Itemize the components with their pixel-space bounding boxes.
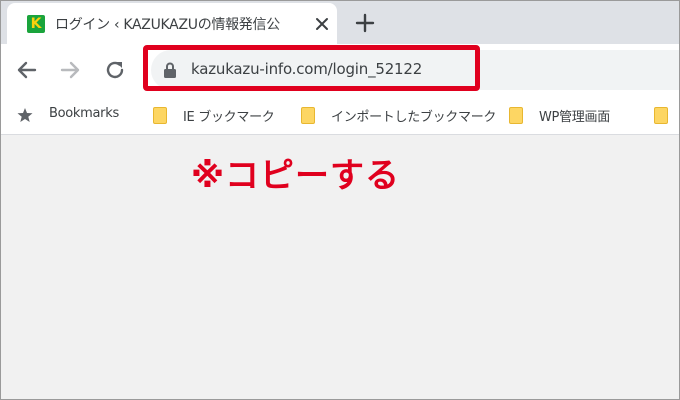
bookmark-label: WP管理画面 [539,110,610,125]
tab-title: ログイン ‹ KAZUKAZUの情報発信公 [55,17,280,33]
folder-icon [153,107,167,124]
arrow-right-icon[interactable] [57,57,83,83]
bookmark-folder-wp[interactable]: WP管理画面 [509,96,639,134]
browser-window: K ログイン ‹ KAZUKAZUの情報発信公 kazukazu-info.co… [0,0,680,400]
bookmark-label: インポートしたブックマーク [331,110,497,125]
bookmark-folder-more[interactable] [654,96,679,134]
tab-strip: K ログイン ‹ KAZUKAZUの情報発信公 [1,1,679,44]
folder-icon [654,107,668,124]
folder-icon [301,107,315,124]
site-favicon-icon: K [27,15,45,33]
bookmarks-bar: Bookmarks IE ブックマーク インポートしたブックマーク WP管理画面 [1,96,679,135]
arrow-left-icon[interactable] [14,57,40,83]
bookmark-label: IE ブックマーク [183,110,275,125]
address-bar[interactable]: kazukazu-info.com/login_52122 [151,50,679,90]
folder-icon [509,107,523,124]
lock-icon[interactable] [163,62,177,78]
plus-icon[interactable] [353,11,377,35]
url-text[interactable]: kazukazu-info.com/login_52122 [191,60,422,82]
bookmark-label: Bookmarks [49,106,119,121]
navigation-toolbar: kazukazu-info.com/login_52122 [1,44,679,96]
tab-active[interactable]: K ログイン ‹ KAZUKAZUの情報発信公 [7,3,337,44]
star-icon [17,108,33,122]
close-icon[interactable] [312,14,332,34]
copy-instruction: ※コピーする [191,156,401,196]
tab-title-fade [275,13,299,35]
bookmarks-button[interactable]: Bookmarks [17,96,137,134]
bookmark-folder-imported[interactable]: インポートしたブックマーク [301,96,496,134]
bookmark-folder-ie[interactable]: IE ブックマーク [153,96,283,134]
reload-icon[interactable] [102,57,128,83]
